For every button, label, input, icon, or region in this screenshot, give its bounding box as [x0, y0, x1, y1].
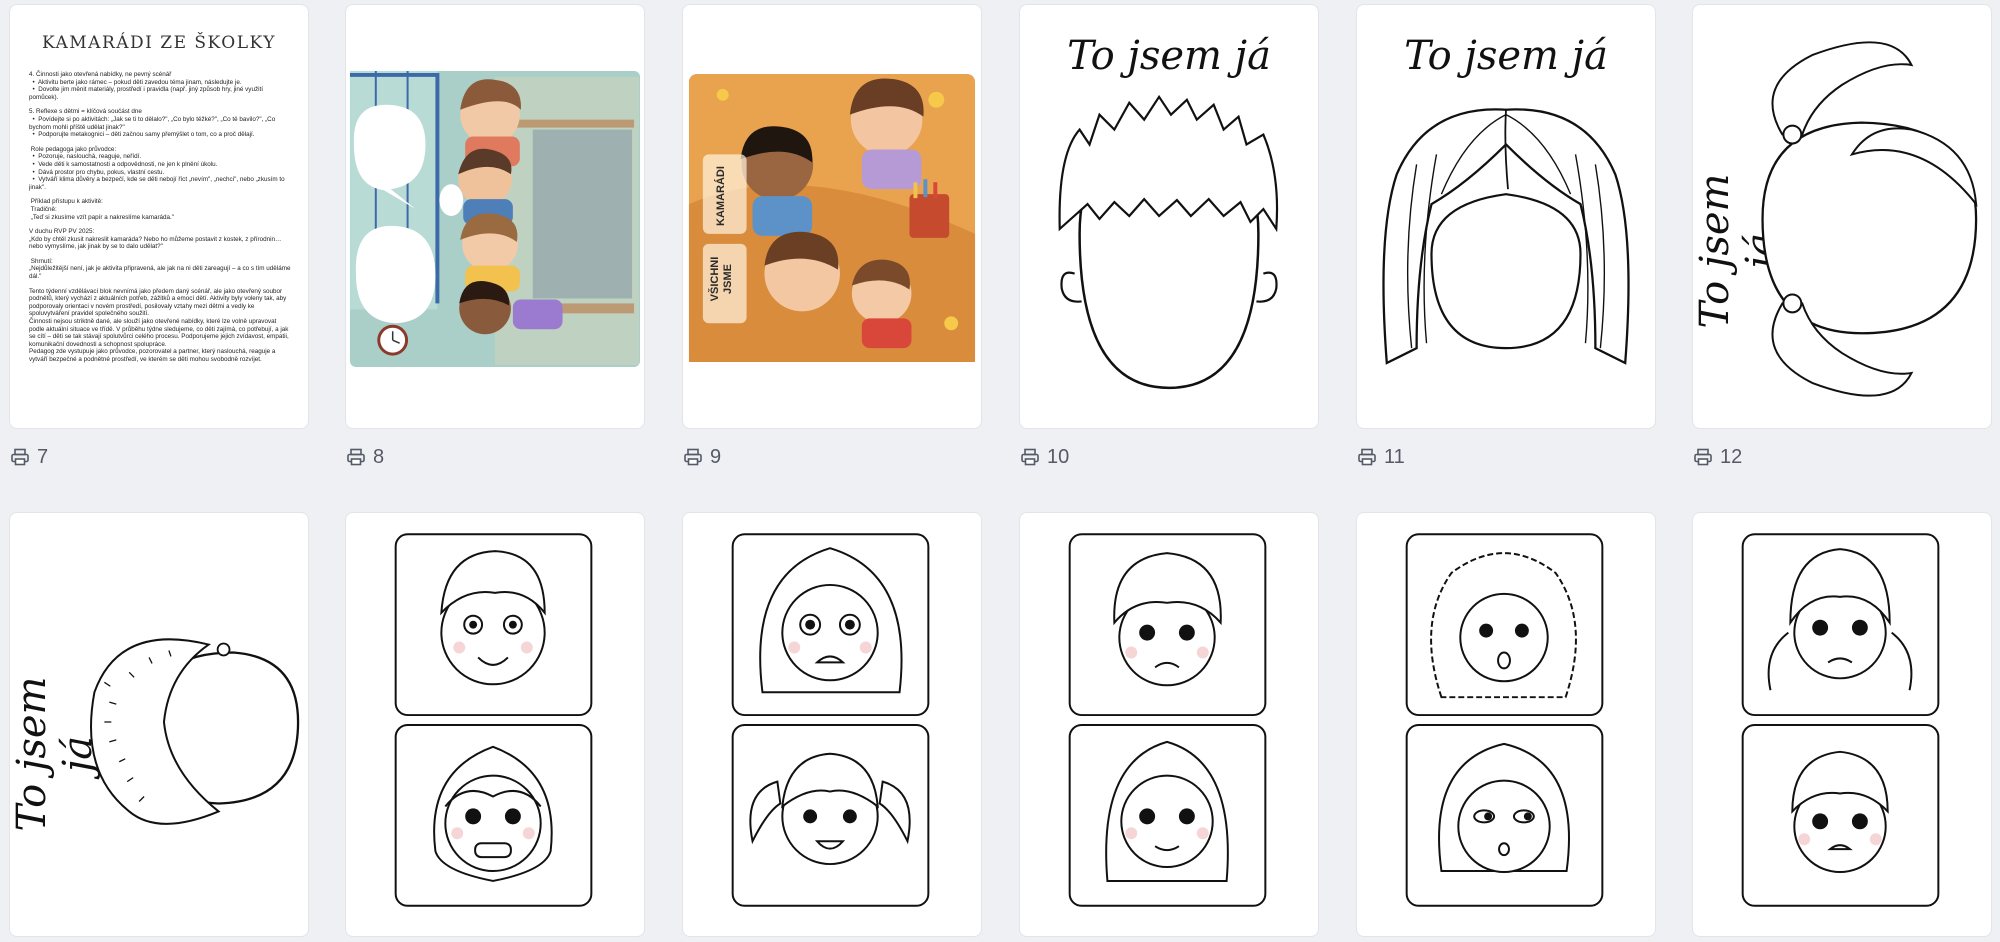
child-figure — [764, 231, 840, 312]
document-title: KAMARÁDI ZE ŠKOLKY — [41, 33, 276, 53]
document-line: Tento týdenní vzdělávací blok nevnímá ja… — [29, 287, 288, 318]
cover-title-vsichni: VŠICHNI — [709, 256, 721, 302]
printer-icon — [1693, 447, 1713, 467]
document-line: • Dává prostor pro chybu, pokus, vlastní… — [29, 168, 165, 176]
document-line: „Kdo by chtěl zkusit nakreslit kamaráda?… — [29, 235, 284, 251]
child-figure — [460, 213, 520, 292]
boy-face-outline — [1058, 94, 1279, 390]
emotion-faces — [394, 533, 593, 907]
printer-icon — [10, 447, 30, 467]
document-line: Pedagog zde vystupuje jako průvodce, poz… — [29, 348, 278, 363]
page-thumbnail-10[interactable]: To jsem já — [1019, 4, 1319, 429]
printer-icon — [1357, 447, 1377, 467]
document-line: „Teď si zkusíme vzít papír a nakreslíme … — [29, 213, 175, 221]
document-line: • Povídejte si po aktivitách: „Jak se ti… — [29, 115, 277, 131]
shocked-face-icon — [1791, 750, 1889, 874]
page-number-7: 7 — [10, 442, 48, 472]
page-number-11: 11 — [1357, 442, 1405, 472]
page-thumbnail-8[interactable] — [345, 4, 645, 429]
emotion-faces — [1068, 533, 1267, 907]
document-line: 5. Reflexe s dětmi = klíčová součást dne — [29, 108, 142, 116]
page-number-label: 7 — [37, 445, 49, 468]
cover-title-jsme: JSME — [722, 264, 734, 294]
document-line: • Pozoruje, naslouchá, reaguje, neřídí. — [29, 153, 142, 161]
emotion-faces-sheet-5[interactable] — [1692, 512, 1992, 937]
page-number-label: 10 — [1047, 445, 1070, 468]
document-line: 4. Činnosti jako otevřená nabídky, ne pe… — [29, 71, 172, 78]
page-number-12: 12 — [1693, 442, 1742, 472]
girl-face-outline — [1382, 108, 1630, 365]
page-thumbnail-13[interactable]: To jsem já — [9, 512, 309, 937]
happy-face-icon — [440, 550, 546, 686]
emotion-faces — [1741, 533, 1940, 907]
document-line: Role pedagoga jako průvodce: — [29, 145, 117, 153]
friends-illustration — [688, 73, 976, 363]
document-line: • Vede děti k samostatnosti a odpovědnos… — [29, 160, 218, 168]
page-thumbnail-7[interactable]: KAMARÁDI ZE ŠKOLKY 4. Činnosti jako otev… — [9, 4, 309, 429]
document-line: • Dovolte jim měnit materiály, prostředí… — [29, 86, 265, 101]
emotion-faces — [1405, 533, 1604, 907]
page-number-10: 10 — [1020, 442, 1069, 472]
surprised-curly-face-icon — [1430, 552, 1577, 699]
document-line: Činnosti nejsou striktně dané, ale slouž… — [29, 318, 291, 348]
page-thumbnail-11[interactable]: To jsem já — [1356, 4, 1656, 429]
page-number-label: 12 — [1720, 445, 1743, 468]
document-line: Tradičně: — [29, 205, 57, 213]
page-thumbnail-9[interactable]: KAMARÁDI VŠICHNI JSME — [682, 4, 982, 429]
document-line: „Nejdůležitější není, jak je aktivita př… — [29, 265, 293, 281]
page-thumbnail-12[interactable]: To jsem já — [1692, 4, 1992, 429]
page-number-9: 9 — [683, 442, 721, 472]
printer-icon — [346, 447, 366, 467]
document-line: Příklad přístupu k aktivitě: — [29, 198, 103, 206]
emotion-faces-sheet-4[interactable] — [1356, 512, 1656, 937]
cover-title-kamaradi: KAMARÁDI — [715, 166, 727, 226]
emotion-faces-sheet-2[interactable] — [682, 512, 982, 937]
spiky-hair-face-outline — [90, 638, 300, 825]
printer-icon — [1020, 447, 1040, 467]
pigtails-face-outline — [1761, 41, 1978, 397]
classroom-illustration — [349, 70, 641, 367]
document-body: 4. Činnosti jako otevřená nabídky, ne pe… — [29, 71, 292, 364]
emotion-faces — [731, 533, 930, 907]
emotion-faces-sheet-1[interactable] — [345, 512, 645, 937]
sad-face-icon — [1113, 552, 1222, 687]
emotion-faces-sheet-3[interactable] — [1019, 512, 1319, 937]
page-number-8: 8 — [346, 442, 384, 472]
printer-icon — [683, 447, 703, 467]
document-line: V duchu RVP PV 2025: — [29, 228, 95, 236]
document-line: • Vytváří klima důvěry a bezpečí, kde se… — [29, 176, 287, 191]
page-number-label: 8 — [373, 445, 385, 468]
document-line: • Podporujte metakognici – děti začnou s… — [29, 131, 255, 139]
page-number-label: 9 — [710, 445, 722, 468]
page-number-label: 11 — [1384, 445, 1405, 468]
